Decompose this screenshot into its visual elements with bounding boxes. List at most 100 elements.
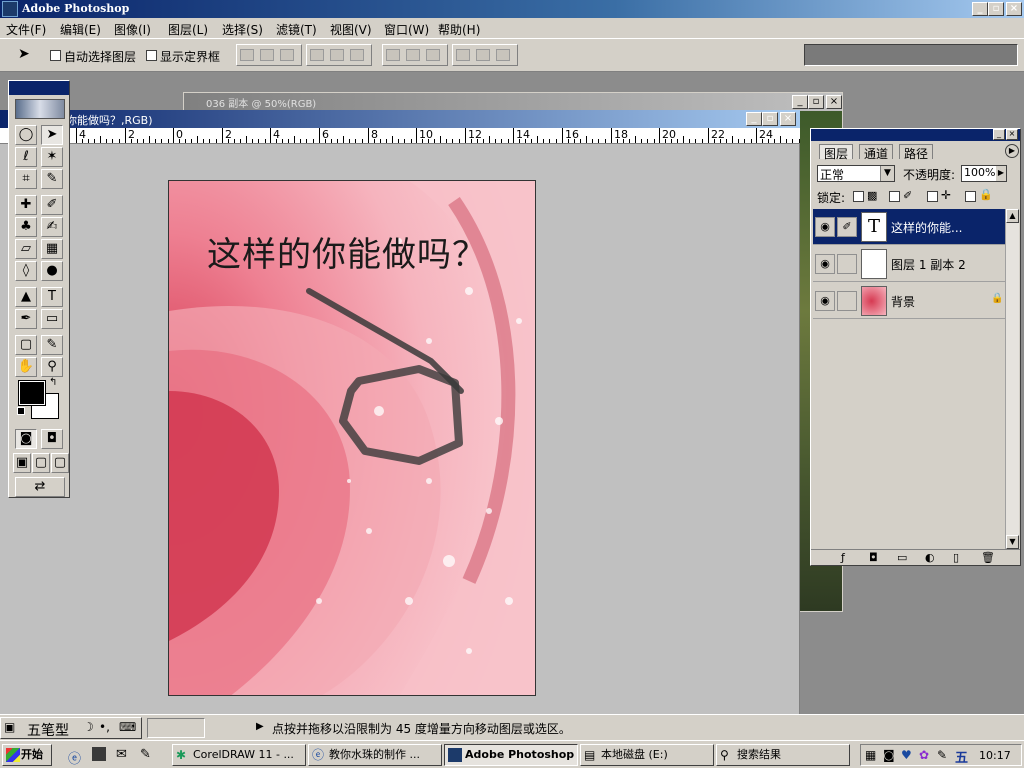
tab-layers[interactable]: 图层 [819,144,854,161]
screen-mode-full-icon[interactable]: ▢ [51,453,69,473]
ime-toolbar[interactable]: ▣ 五笔型 ☽ •, ⌨ [0,717,142,739]
ime-halfwidth-icon[interactable]: ☽ [83,720,94,734]
canvas-headline-text[interactable]: 这样的你能做吗？ [207,227,487,276]
show-bounding-box-checkbox[interactable] [146,50,157,61]
minimize-button[interactable]: _ [972,2,988,16]
task-browser-article[interactable]: ⓔ 教你水珠的制作 ... [308,744,442,766]
default-colors-icon[interactable] [17,407,25,415]
photoshop-app-icon[interactable] [2,1,18,17]
crop-tool-icon[interactable]: ⌗ [15,169,37,189]
gradient-tool-icon[interactable]: ▦ [41,239,63,259]
pen-tool-icon[interactable]: ✒ [15,309,37,329]
palette-close-button[interactable]: × [1006,129,1018,140]
photoshop-logo[interactable] [15,99,65,119]
link-slot[interactable] [837,291,857,311]
task-photoshop[interactable]: Adobe Photoshop [444,744,578,766]
tab-channels[interactable]: 通道 [859,144,894,161]
path-selection-tool-icon[interactable]: ▲ [15,287,37,307]
burn-tool-icon[interactable]: ● [41,261,63,281]
layer-row-text[interactable]: ◉ ✐ T 这样的你能... [813,209,1005,245]
toolbox-title-bar[interactable] [9,81,69,95]
menu-window[interactable]: 窗口(W) [384,21,429,38]
opacity-input[interactable]: 100% ▶ [961,165,1007,182]
rectangle-tool-icon[interactable]: ▭ [41,309,63,329]
opacity-arrow-icon[interactable]: ▶ [996,166,1006,181]
align-left-group[interactable] [306,44,372,66]
ie-quicklaunch-icon[interactable]: ⓔ [68,748,81,767]
ime-mode-label[interactable]: 五笔型 [27,720,69,740]
zoom-level-field[interactable] [147,718,205,738]
layers-palette-title-bar[interactable] [811,129,1020,141]
lock-position-checkbox[interactable] [927,191,938,202]
close-button[interactable]: × [1006,2,1022,16]
brush-tool-icon[interactable]: ✐ [41,195,63,215]
task-coreldraw[interactable]: ✱ CorelDRAW 11 - ... [172,744,306,766]
eraser-tool-icon[interactable]: ▱ [15,239,37,259]
document-title-bar[interactable]: 你能做吗？,RGB) _ ▫ × [0,110,800,128]
ime-toggle-icon[interactable]: ▣ [4,720,15,734]
menu-file[interactable]: 文件(F) [6,21,46,38]
lock-image-checkbox[interactable] [889,191,900,202]
menu-help[interactable]: 帮助(H) [438,21,480,38]
healing-brush-tool-icon[interactable]: ✚ [15,195,37,215]
magic-wand-tool-icon[interactable]: ✶ [41,147,63,167]
blur-tool-icon[interactable]: ◊ [15,261,37,281]
ime-keyboard-icon[interactable]: ⌨ [119,720,136,734]
screen-mode-standard-icon[interactable]: ▣ [13,453,31,473]
hand-tool-icon[interactable]: ✋ [15,357,37,377]
brush-icon[interactable]: ✐ [837,217,857,237]
palette-well[interactable] [804,44,1018,66]
horizontal-ruler[interactable]: 4 2 0 2 4 6 8 10 12 14 16 18 20 22 24 [0,128,800,144]
menu-filter[interactable]: 滤镜(T) [276,21,317,38]
scroll-up-icon[interactable]: ▲ [1006,209,1019,223]
document-window[interactable]: 你能做吗？,RGB) _ ▫ × 4 2 0 2 4 6 8 10 12 14 16 18 20 22 24 [0,110,800,722]
history-brush-tool-icon[interactable]: ✍ [41,217,63,237]
tray-tool-icon[interactable]: ✿ [919,748,929,762]
foreground-color-swatch[interactable] [18,380,46,406]
eye-icon[interactable]: ◉ [815,254,835,274]
new-layer-icon[interactable]: ▯ [953,551,959,564]
lasso-tool-icon[interactable]: ℓ [15,147,37,167]
zoom-tool-icon[interactable]: ⚲ [41,357,63,377]
screen-mode-full-menu-icon[interactable]: ▢ [32,453,50,473]
layer-style-icon[interactable]: ƒ [841,551,845,564]
layer-name[interactable]: 背景 [891,293,915,310]
blend-mode-select[interactable]: 正常 ▼ [817,165,895,182]
back-doc-minimize-button[interactable]: _ [792,95,808,109]
distribute-left-group[interactable] [452,44,518,66]
trash-icon[interactable]: 🗑 [981,551,995,564]
tab-paths[interactable]: 路径 [899,144,934,161]
palette-menu-arrow-icon[interactable]: ▶ [1005,144,1019,158]
marquee-tool-icon[interactable]: ◯ [15,125,37,145]
swap-colors-icon[interactable]: ↰ [49,377,57,388]
quicklaunch-app-icon[interactable]: ✉ [116,747,127,762]
image-canvas[interactable]: 这样的你能做吗？ [168,180,536,696]
task-local-disk[interactable]: ▤ 本地磁盘 (E:) [580,744,714,766]
restore-button[interactable]: ▫ [988,2,1004,16]
adjustment-layer-icon[interactable]: ◐ [925,551,935,564]
move-tool-preset-icon[interactable]: ➤ [18,46,30,62]
ime-punctuation-icon[interactable]: •, [99,720,110,734]
clone-stamp-tool-icon[interactable]: ♣ [15,217,37,237]
layer-name[interactable]: 图层 1 副本 2 [891,256,966,273]
link-slot[interactable] [837,254,857,274]
tray-ime-indicator[interactable]: 五 [955,747,968,766]
jump-to-imageready-icon[interactable]: ⇄ [15,477,65,497]
menu-select[interactable]: 选择(S) [222,21,263,38]
add-mask-icon[interactable]: ◘ [869,551,878,564]
task-search-results[interactable]: ⚲ 搜索结果 [716,744,850,766]
slice-tool-icon[interactable]: ✎ [41,169,63,189]
lock-all-checkbox[interactable] [965,191,976,202]
standard-mode-icon[interactable]: ◙ [15,429,37,449]
scroll-down-icon[interactable]: ▼ [1006,535,1019,549]
menu-edit[interactable]: 编辑(E) [60,21,101,38]
layer-row-copy[interactable]: ◉ 图层 1 副本 2 [813,246,1005,282]
shield-icon[interactable]: ♥ [901,748,912,762]
chevron-down-icon[interactable]: ▼ [880,166,894,181]
doc-minimize-button[interactable]: _ [746,112,762,126]
menu-image[interactable]: 图像(I) [114,21,151,38]
layer-name[interactable]: 这样的你能... [891,219,962,236]
lock-transparency-checkbox[interactable] [853,191,864,202]
back-doc-close-button[interactable]: × [826,95,842,109]
start-button[interactable]: 开始 [2,744,52,766]
